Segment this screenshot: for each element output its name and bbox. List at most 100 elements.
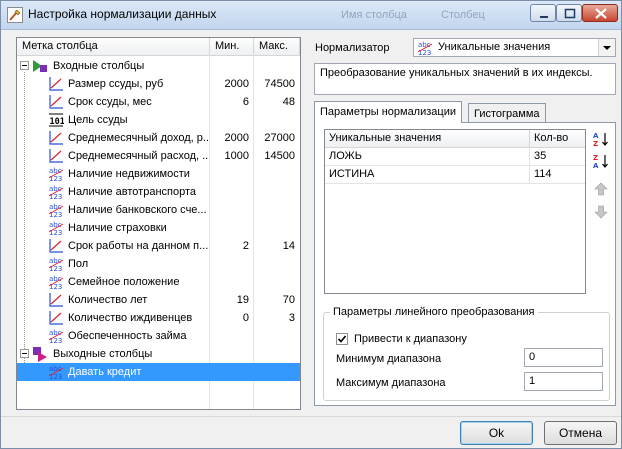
- normalizer-select[interactable]: abc 123 Уникальные значения: [413, 38, 616, 57]
- minimize-button[interactable]: [530, 4, 556, 22]
- unique-value: ЛОЖЬ: [325, 148, 530, 165]
- tree-row[interactable]: Среднемесячный расход, ... 1000 14500: [17, 147, 300, 165]
- close-button[interactable]: [582, 4, 618, 22]
- tree-row[interactable]: abc 123 Пол: [17, 255, 300, 273]
- unique-values-table[interactable]: Уникальные значения Кол-во ЛОЖЬ 35 ИСТИНА 1…: [324, 129, 586, 294]
- abc-123-icon: abc123: [48, 275, 64, 290]
- tab-histogram[interactable]: Гистограмма: [468, 103, 546, 123]
- column-label: Среднемесячный доход, р...: [68, 132, 208, 144]
- dropdown-button[interactable]: [598, 39, 615, 56]
- column-label: Наличие банковского сче...: [68, 204, 207, 216]
- column-header-min[interactable]: Мин.: [210, 38, 254, 55]
- table-row[interactable]: ЛОЖЬ 35: [325, 148, 585, 166]
- svg-text:123: 123: [49, 211, 62, 218]
- column-header-max[interactable]: Макс.: [254, 38, 300, 55]
- checkmark-icon: [337, 335, 347, 343]
- move-down-icon[interactable]: [593, 204, 609, 220]
- column-label: Давать кредит: [68, 366, 142, 378]
- fit-range-checkbox[interactable]: [336, 333, 348, 345]
- column-max: 27000: [264, 132, 295, 144]
- columns-tree[interactable]: Метка столбца Мин. Макс. Входные столбцы…: [16, 37, 301, 410]
- column-min: 2000: [224, 78, 249, 90]
- column-max: [255, 363, 295, 381]
- column-max: 74500: [264, 78, 295, 90]
- tree-row[interactable]: abc 123 Наличие автотранспорта: [17, 183, 300, 201]
- table-header: Уникальные значения Кол-во: [325, 130, 585, 148]
- group-input-columns[interactable]: Входные столбцы: [17, 57, 300, 75]
- move-up-icon[interactable]: [593, 181, 609, 197]
- unique-value: ИСТИНА: [325, 166, 530, 183]
- column-label: Среднемесячный расход, ...: [68, 150, 208, 162]
- group-label: Выходные столбцы: [53, 348, 153, 360]
- tree-row[interactable]: abc 123 Наличие страховки: [17, 219, 300, 237]
- cancel-button[interactable]: Отмена: [544, 421, 617, 445]
- collapse-toggle[interactable]: [20, 349, 29, 358]
- sort-descending-icon[interactable]: Z A: [593, 153, 609, 169]
- tree-row[interactable]: abc 123 Обеспеченность займа: [17, 327, 300, 345]
- column-label: Наличие страховки: [68, 222, 167, 234]
- binary-icon: 101: [49, 113, 65, 127]
- column-min: [211, 363, 249, 381]
- svg-text:123: 123: [49, 193, 62, 200]
- column-header-values[interactable]: Уникальные значения: [325, 130, 530, 147]
- background-text: Имя столбца: [341, 9, 407, 21]
- svg-text:Z: Z: [593, 140, 598, 147]
- tree-row[interactable]: Количество иждивенцев 0 3: [17, 309, 300, 327]
- svg-text:101: 101: [50, 117, 65, 127]
- column-min: 6: [242, 96, 249, 108]
- column-max: [255, 273, 295, 291]
- abc-123-icon: abc123: [48, 185, 64, 200]
- svg-text:123: 123: [49, 337, 62, 344]
- column-min: [211, 273, 249, 291]
- abc-123-icon: abc123: [48, 203, 64, 218]
- line-chart-icon: [49, 293, 63, 307]
- normalization-dialog: Настройка нормализации данных Имя столбц…: [0, 0, 622, 449]
- column-min: 2: [242, 240, 249, 252]
- column-header-count[interactable]: Кол-во: [530, 130, 585, 147]
- column-label: Размер ссуды, руб: [68, 78, 164, 90]
- tree-row[interactable]: Срок ссуды, мес 6 48: [17, 93, 300, 111]
- column-max: 48: [282, 96, 295, 108]
- maximize-button[interactable]: [556, 4, 582, 22]
- tree-row[interactable]: abc 123 Наличие банковского сче...: [17, 201, 300, 219]
- column-label: Обеспеченность займа: [68, 330, 187, 342]
- column-max: [255, 111, 295, 129]
- line-chart-icon: [49, 149, 63, 163]
- svg-text:Z: Z: [593, 154, 598, 162]
- abc-123-icon: abc123: [48, 221, 64, 236]
- tree-row[interactable]: abc 123 Давать кредит: [17, 363, 300, 381]
- line-chart-icon: [49, 95, 63, 109]
- column-max: 70: [282, 294, 295, 306]
- title-bar[interactable]: Настройка нормализации данных Имя столбц…: [1, 1, 621, 30]
- group-output-columns[interactable]: Выходные столбцы: [17, 345, 300, 363]
- tree-row[interactable]: abc 123 Семейное положение: [17, 273, 300, 291]
- tree-row[interactable]: abc 123 Наличие недвижимости: [17, 165, 300, 183]
- table-row[interactable]: ИСТИНА 114: [325, 166, 585, 184]
- range-max-input[interactable]: 1: [524, 372, 603, 391]
- maximize-icon: [564, 8, 576, 19]
- column-max: [255, 327, 295, 345]
- footer-divider: [1, 416, 621, 417]
- line-chart-icon: [49, 239, 63, 253]
- column-min: [211, 165, 249, 183]
- tree-row[interactable]: Размер ссуды, руб 2000 74500: [17, 75, 300, 93]
- tree-row[interactable]: Количество лет 19 70: [17, 291, 300, 309]
- tree-row[interactable]: Среднемесячный доход, р... 2000 27000: [17, 129, 300, 147]
- column-header-label[interactable]: Метка столбца: [17, 38, 210, 55]
- close-icon: [595, 8, 607, 19]
- value-count: 114: [534, 168, 552, 180]
- ok-button[interactable]: Ok: [460, 421, 533, 445]
- svg-text:123: 123: [49, 175, 62, 182]
- sort-ascending-icon[interactable]: A Z: [593, 131, 609, 147]
- column-max: [255, 165, 295, 183]
- collapse-toggle[interactable]: [20, 61, 29, 70]
- linear-transform-title: Параметры линейного преобразования: [330, 306, 538, 318]
- abc-123-icon: abc123: [48, 167, 64, 182]
- tree-row[interactable]: Срок работы на данном п... 2 14: [17, 237, 300, 255]
- range-max-label: Максимум диапазона: [336, 377, 446, 389]
- fit-range-label[interactable]: Привести к диапазону: [354, 333, 467, 345]
- tree-row[interactable]: 101 Цель ссуды: [17, 111, 300, 129]
- tab-normalization-params[interactable]: Параметры нормализации: [314, 101, 462, 123]
- abc-123-icon: abc123: [48, 365, 64, 380]
- range-min-input[interactable]: 0: [524, 348, 603, 367]
